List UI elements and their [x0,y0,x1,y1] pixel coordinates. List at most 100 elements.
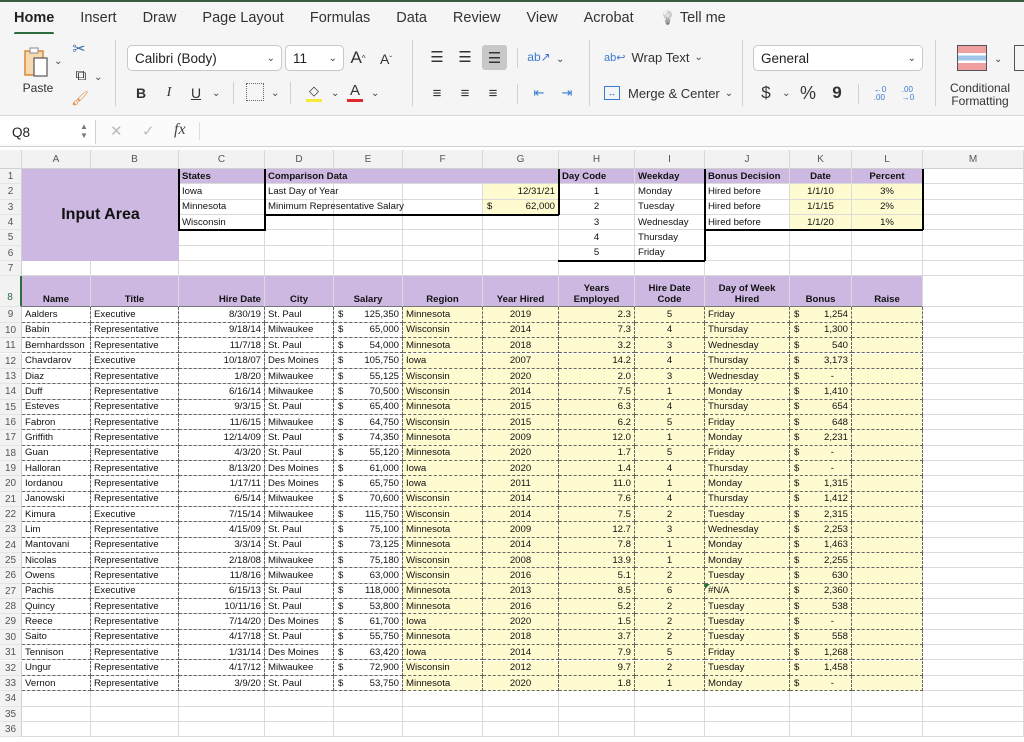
cell-bonus[interactable]: $558 [790,629,852,646]
cell-hire-date[interactable]: 2/18/08 [179,553,265,569]
cell-year-hired[interactable]: 2009 [483,430,559,446]
cell-name[interactable]: Nicolas [22,553,91,569]
cell-year-hired[interactable]: 2018 [483,338,559,354]
cell-name[interactable]: Diaz [22,368,91,385]
cell-name[interactable]: Vernon [22,675,91,692]
empty-cell[interactable] [923,537,1024,554]
cell-hire-date[interactable]: 12/14/09 [179,430,265,446]
cell-day-of-week[interactable]: Wednesday [705,522,790,538]
empty-cell[interactable] [705,691,790,707]
empty-cell[interactable] [705,706,790,722]
empty-cell[interactable] [923,675,1024,692]
empty-cell[interactable] [22,691,91,707]
column-header-K[interactable]: K [790,150,852,169]
empty-cell[interactable] [923,276,1024,308]
row-header-25[interactable]: 25 [0,553,22,569]
cell-region[interactable]: Iowa [403,614,483,630]
row-header-32[interactable]: 32 [0,660,22,676]
row-header-21[interactable]: 21 [0,491,22,507]
cell-raise[interactable] [852,537,923,554]
row-header-7[interactable]: 7 [0,261,22,277]
cell-hire-date-code[interactable]: 4 [635,399,705,415]
enter-icon[interactable]: ✓ [142,122,155,140]
cell-raise[interactable] [852,399,923,415]
cell-day-of-week[interactable]: Tuesday [705,507,790,523]
empty-cell[interactable] [403,721,483,738]
cell-name[interactable]: Fabron [22,414,91,431]
cell-raise[interactable] [852,522,923,538]
cell-title[interactable]: Representative [91,553,179,569]
cell-year-hired[interactable]: 2016 [483,568,559,584]
weekday-cell[interactable]: Tuesday [635,199,705,216]
cell-region[interactable]: Wisconsin [403,553,483,569]
empty-cell[interactable] [923,583,1024,600]
row-header-29[interactable]: 29 [0,614,22,630]
empty-cell[interactable] [635,261,705,277]
cell-title[interactable]: Representative [91,384,179,400]
cell-bonus[interactable]: $1,268 [790,645,852,661]
empty-cell[interactable] [483,691,559,707]
empty-cell[interactable] [334,215,403,231]
cell-years-employed[interactable]: 5.2 [559,599,635,615]
cancel-icon[interactable]: ✕ [110,122,123,140]
align-right-icon[interactable]: ≡ [484,84,502,102]
cell-hire-date-code[interactable]: 3 [635,522,705,538]
bonus-date-cell[interactable]: 1/1/20 [790,215,852,231]
empty-cell[interactable] [635,721,705,738]
row-header-20[interactable]: 20 [0,476,22,492]
decrease-decimal-icon[interactable]: .00 →0 [898,84,918,104]
row-header-22[interactable]: 22 [0,507,22,523]
cell-region[interactable]: Minnesota [403,537,483,554]
conditional-formatting-dropdown-icon[interactable]: ⌄ [994,54,1002,65]
cell-title[interactable]: Representative [91,522,179,538]
empty-cell[interactable] [923,430,1024,446]
cell-hire-date[interactable]: 11/8/16 [179,568,265,584]
orientation-icon[interactable]: ab↗ [527,47,550,67]
cell-raise[interactable] [852,353,923,369]
empty-cell[interactable] [923,691,1024,707]
bold-button[interactable]: B [132,82,150,104]
cell-year-hired[interactable]: 2020 [483,368,559,385]
cell-region[interactable]: Minnesota [403,430,483,446]
cell-hire-date-code[interactable]: 2 [635,599,705,615]
cell-city[interactable]: Milwaukee [265,553,334,569]
cell-hire-date-code[interactable]: 5 [635,414,705,431]
column-title-bonus[interactable]: Bonus [790,276,852,308]
cell-day-of-week[interactable]: Friday [705,307,790,323]
font-color-button[interactable]: A [345,80,365,104]
format-painter-icon[interactable]: 🖌 [70,88,90,108]
empty-cell[interactable] [22,721,91,738]
formula-input[interactable] [205,120,1024,144]
cell-region[interactable]: Wisconsin [403,507,483,523]
cell-bonus[interactable]: $2,315 [790,507,852,523]
empty-cell[interactable] [923,507,1024,523]
cell-city[interactable]: Milwaukee [265,414,334,431]
cell-salary[interactable]: $55,120 [334,445,403,461]
empty-cell[interactable] [705,245,790,262]
day-code-cell[interactable]: 3 [559,215,635,231]
cell-hire-date[interactable]: 7/15/14 [179,507,265,523]
cell-region[interactable]: Wisconsin [403,568,483,584]
empty-cell[interactable] [923,184,1024,200]
cell-city[interactable]: Des Moines [265,460,334,477]
cell-salary[interactable]: $55,750 [334,629,403,646]
empty-cell[interactable] [334,230,403,246]
cell-hire-date-code[interactable]: 1 [635,553,705,569]
cell-name[interactable]: Kimura [22,507,91,523]
bonus-decision-cell[interactable]: Hired before [705,184,790,200]
column-header-B[interactable]: B [91,150,179,169]
column-title-hire-date[interactable]: Hire Date [179,276,265,308]
column-header-I[interactable]: I [635,150,705,169]
column-header-G[interactable]: G [483,150,559,169]
row-header-17[interactable]: 17 [0,430,22,446]
empty-cell[interactable] [790,261,852,277]
cell-city[interactable]: Des Moines [265,353,334,369]
row-header-26[interactable]: 26 [0,568,22,584]
column-header-D[interactable]: D [265,150,334,169]
cell-raise[interactable] [852,583,923,600]
empty-cell[interactable] [483,721,559,738]
cell-raise[interactable] [852,414,923,431]
empty-cell[interactable] [91,706,179,722]
cell-hire-date-code[interactable]: 2 [635,614,705,630]
cell-hire-date-code[interactable]: 1 [635,537,705,554]
